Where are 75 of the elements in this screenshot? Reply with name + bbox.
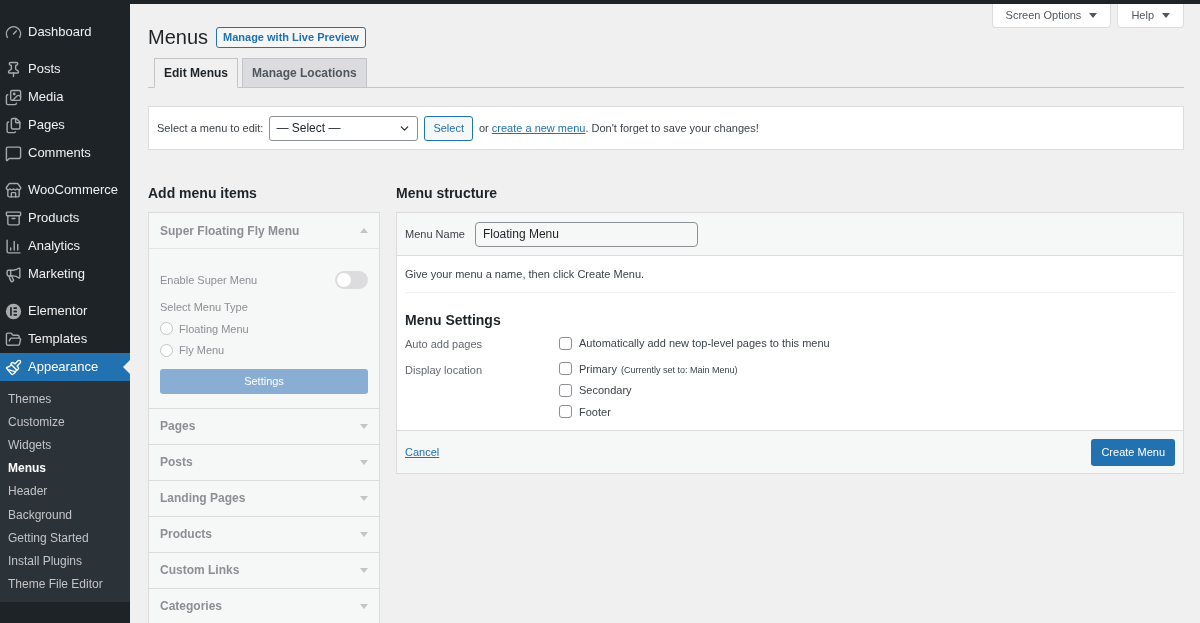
setting-label: Auto add pages <box>405 337 484 352</box>
menu-select-dropdown[interactable]: — Select — <box>269 115 419 141</box>
checkbox-label: Secondary <box>579 383 632 398</box>
sidebar-item[interactable]: Analytics <box>0 232 130 260</box>
submenu-item[interactable]: Install Plugins <box>0 549 130 573</box>
sidebar-item[interactable]: Marketing <box>0 260 130 288</box>
expand-arrow-icon <box>360 495 368 501</box>
expand-arrow-icon <box>360 567 368 573</box>
menu-name-field[interactable]: Floating Menu <box>474 221 698 247</box>
checkbox[interactable] <box>559 336 572 350</box>
checkbox-label: Primary (Currently set to: Main Menu) <box>579 361 738 377</box>
toggle-label: Enable Super Menu <box>160 272 258 288</box>
select-button[interactable]: Select <box>424 115 473 141</box>
submenu-item[interactable]: Widgets <box>0 433 130 457</box>
cancel-link[interactable]: Cancel <box>405 443 440 461</box>
sidebar-item[interactable]: Media <box>0 83 130 111</box>
sidebar-item[interactable]: Templates <box>0 325 130 353</box>
settings-heading: Menu Settings <box>405 311 502 330</box>
create-menu-button[interactable]: Create Menu <box>1091 438 1175 466</box>
header-dropdown-button[interactable]: Screen Options <box>991 4 1112 28</box>
submenu-item[interactable]: Menus <box>0 456 130 480</box>
radio-label: Fly Menu <box>179 343 225 358</box>
expand-arrow-icon <box>360 531 368 537</box>
submenu-item[interactable]: Getting Started <box>0 526 130 550</box>
radio-label: Floating Menu <box>179 321 249 337</box>
store-icon <box>5 181 22 199</box>
sidebar-item[interactable]: Elementor <box>0 297 130 325</box>
collapse-arrow-icon <box>360 228 368 233</box>
checkbox-label: Automatically add new top-level pages to this menu <box>579 336 830 351</box>
pages-icon <box>5 116 22 134</box>
sidebar-item[interactable]: Comments <box>0 139 130 167</box>
sidebar-item[interactable]: Dashboard <box>0 18 130 46</box>
submenu-item[interactable]: Theme File Editor <box>0 572 130 596</box>
section-heading: Menu structure <box>396 183 499 203</box>
field-label: Menu Name <box>405 226 465 242</box>
checkbox[interactable] <box>559 362 572 376</box>
sidebar-item[interactable]: Products <box>0 204 130 232</box>
submenu-item[interactable]: Themes <box>0 387 130 411</box>
section-heading: Add menu items <box>148 183 258 203</box>
pin-icon <box>5 60 22 78</box>
checkbox[interactable] <box>559 383 572 397</box>
expand-arrow-icon <box>360 603 368 609</box>
live-preview-button[interactable]: Manage with Live Preview <box>216 26 366 48</box>
setting-label: Display location <box>405 362 484 378</box>
select-hint-text: or create a new menu. Don't forget to save your changes! <box>479 120 759 136</box>
tab[interactable]: Edit Menus <box>154 58 238 88</box>
archive-icon <box>5 209 22 227</box>
comment-icon <box>5 144 22 162</box>
dashboard-icon <box>5 23 22 41</box>
sidebar-item[interactable]: WooCommerce <box>0 176 130 204</box>
submenu-item[interactable]: Header <box>0 479 130 503</box>
elementor-icon <box>5 302 22 320</box>
media-icon <box>5 88 22 106</box>
page-title: Menus <box>148 25 209 50</box>
checkbox[interactable] <box>559 405 572 419</box>
expand-arrow-icon <box>360 459 368 465</box>
tab[interactable]: Manage Locations <box>242 58 367 88</box>
sidebar-item[interactable]: Appearance <box>0 353 130 381</box>
help-text: Give your menu a name, then click Create Menu. <box>405 256 1175 293</box>
radio-button[interactable] <box>160 343 173 357</box>
bar-chart-icon <box>5 237 22 255</box>
sidebar-item[interactable]: Pages <box>0 111 130 139</box>
submenu-item[interactable]: Background <box>0 502 130 527</box>
radio-button[interactable] <box>160 322 173 336</box>
submenu-item[interactable]: Customize <box>0 410 130 434</box>
field-label: Select a menu to edit: <box>157 120 264 136</box>
checkbox-label: Footer <box>579 404 611 420</box>
field-label: Select Menu Type <box>160 300 249 315</box>
megaphone-icon <box>5 265 22 283</box>
expand-arrow-icon <box>360 423 368 429</box>
folder-icon <box>5 330 22 348</box>
header-dropdown-button[interactable]: Help <box>1117 4 1184 28</box>
paintbrush-icon <box>5 358 22 376</box>
toggle-switch[interactable] <box>335 271 368 289</box>
sidebar-item[interactable]: Posts <box>0 55 130 83</box>
